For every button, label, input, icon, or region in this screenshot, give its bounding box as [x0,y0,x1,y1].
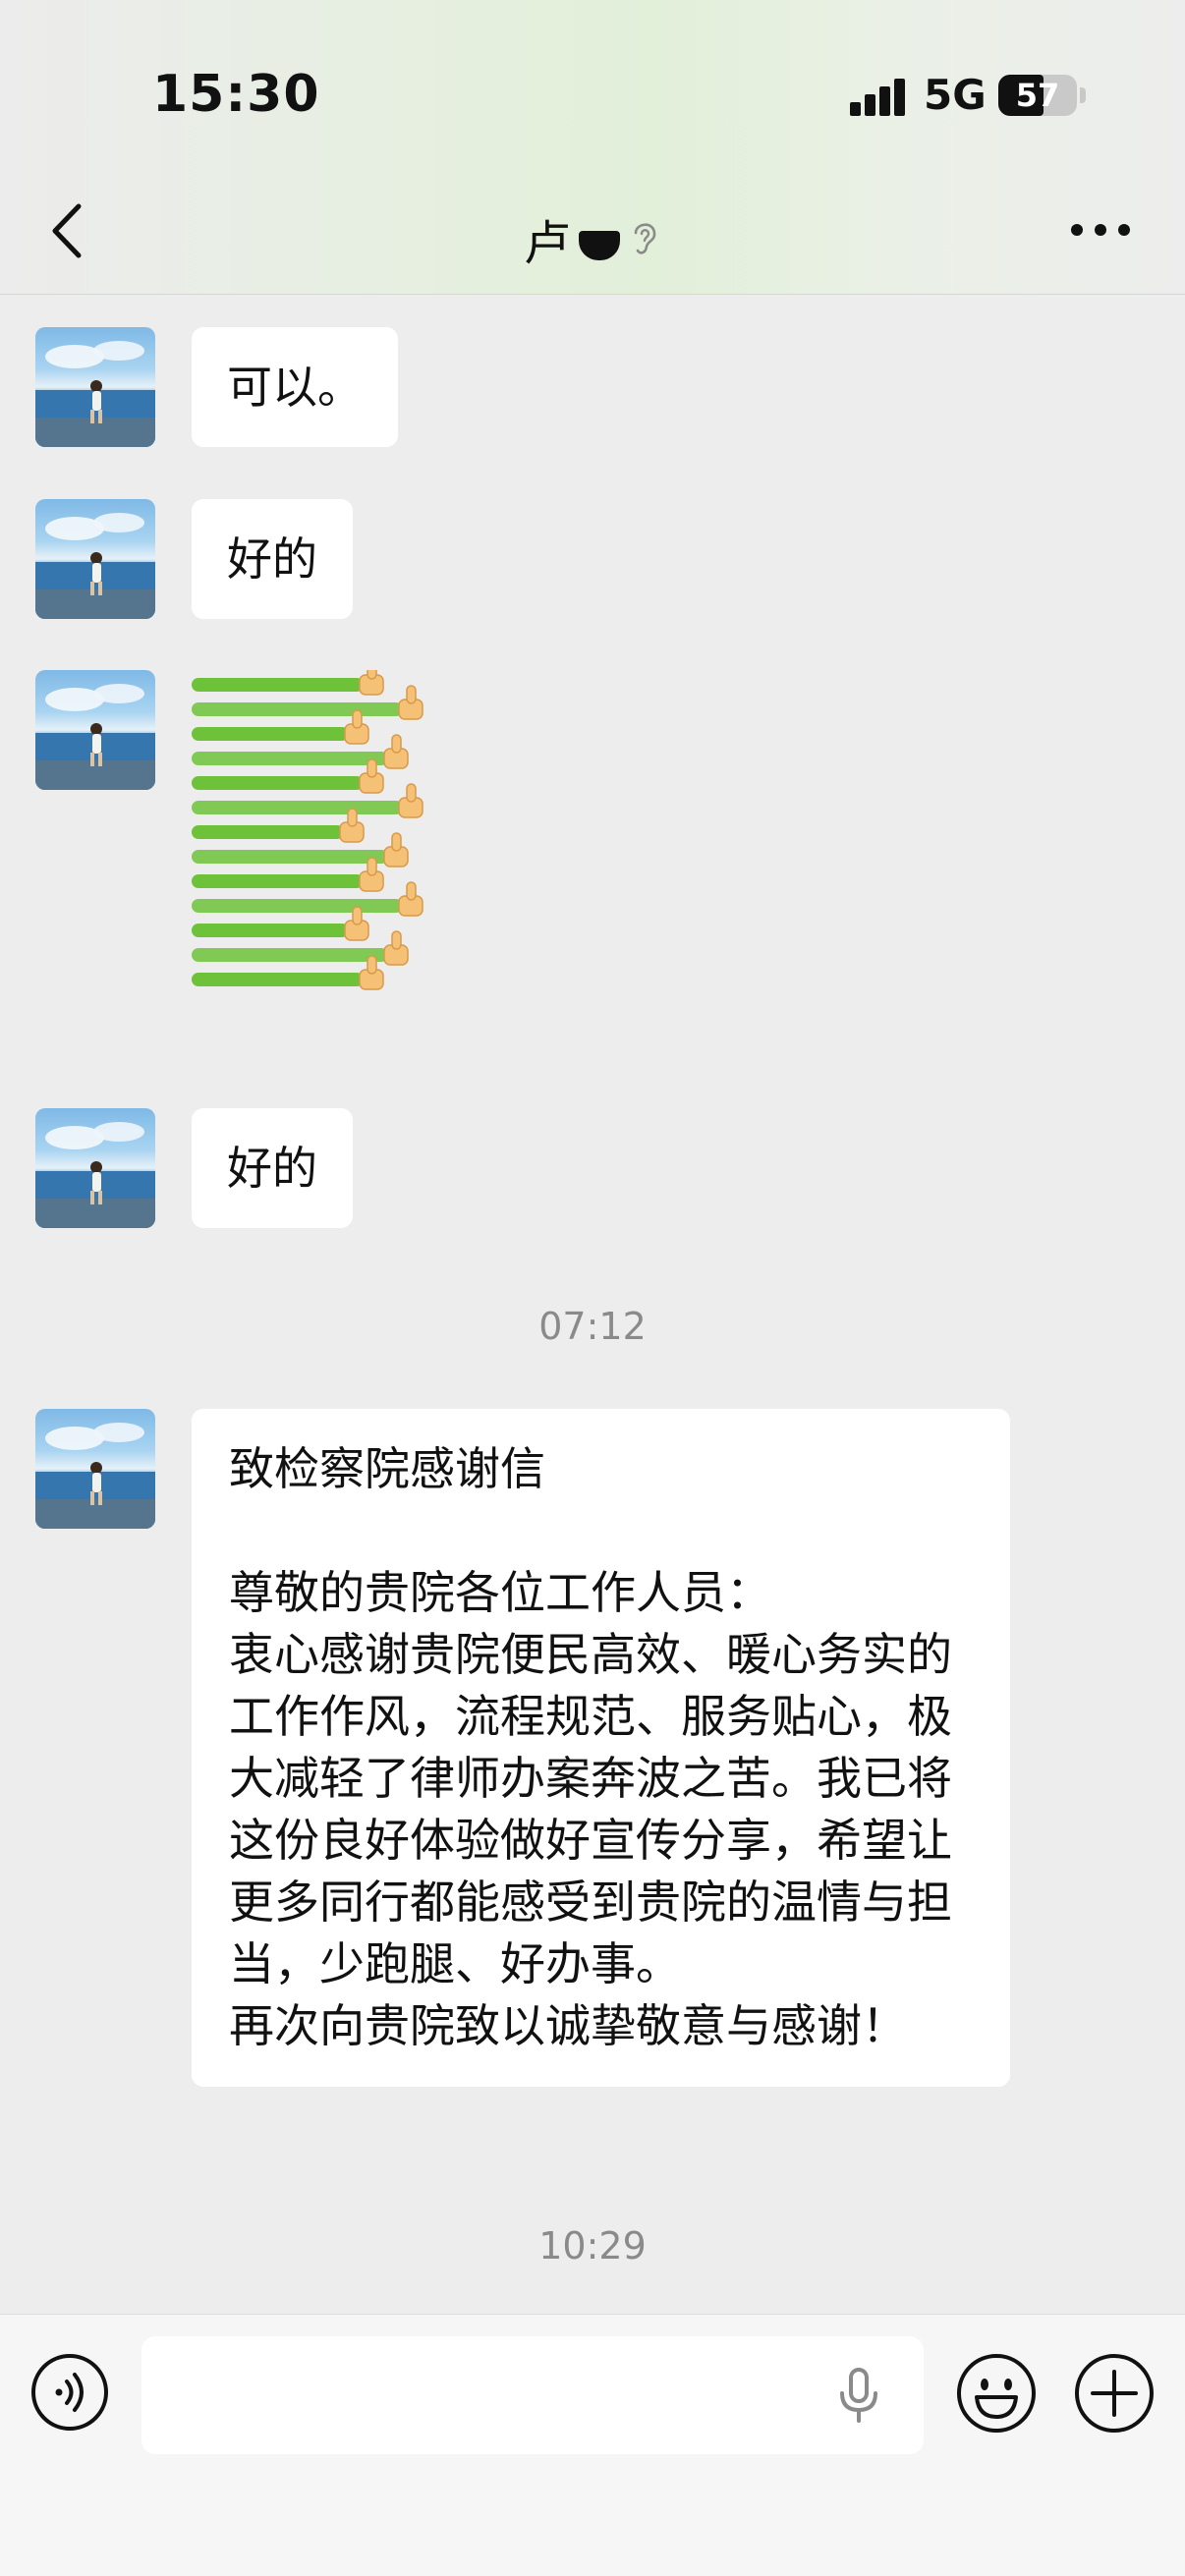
microphone-button[interactable] [829,2364,888,2427]
more-dot [1071,224,1083,236]
plus-circle-icon [1075,2354,1154,2433]
avatar-image [35,341,155,447]
more-dot [1118,224,1130,236]
thumbs-up-icon [383,930,409,966]
sticker-arm [192,702,403,716]
sticker-arm [192,948,388,962]
sticker-arm [192,752,388,765]
timestamp: 07:12 [538,1305,647,1348]
more-dot [1095,224,1106,236]
chat-title: 卢 [0,204,1185,273]
smiley-icon [957,2354,1036,2433]
input-bar [0,2314,1185,2576]
thumbs-up-icon [383,734,409,769]
chat-nav-bar: 卢 [0,177,1185,285]
name-redaction-mark [579,231,620,260]
thumbs-up-icon [398,685,423,720]
contact-name: 卢 [523,216,571,271]
voice-mode-icon [31,2354,108,2431]
status-bar: 15:30 5G 57 [0,0,1185,196]
voice-mode-button[interactable] [29,2352,110,2433]
status-time: 15:30 [152,65,320,124]
thumbs-up-icon [383,832,409,868]
emoji-button[interactable] [955,2352,1038,2435]
avatar-image [35,1423,155,1529]
thumbs-up-stack-sticker[interactable] [192,670,545,1063]
header-area: 15:30 5G 57 卢 [0,0,1185,295]
sticker-arm [192,973,364,986]
sticker-arm [192,678,364,692]
thumbs-up-icon [398,783,423,818]
message-input[interactable] [141,2336,924,2454]
avatar[interactable] [35,670,155,790]
sticker-arm [192,899,403,913]
signal-strength-icon [850,79,909,116]
avatar[interactable] [35,1108,155,1228]
sticker-arm [192,874,364,888]
avatar-image [35,513,155,619]
more-button[interactable] [1071,218,1130,242]
avatar-image [35,1122,155,1228]
thumbs-up-icon [398,881,423,917]
thumbs-up-stack-image [192,670,423,990]
battery-icon: 57 [998,75,1077,116]
message-bubble[interactable]: 好的 [192,499,353,619]
more-actions-button[interactable] [1073,2352,1156,2435]
sticker-arm [192,825,344,839]
sticker-arm [192,924,349,937]
letter-message-bubble[interactable]: 致检察院感谢信 尊敬的贵院各位工作人员： 衷心感谢贵院便民高效、暖心务实的工作作… [192,1409,1010,2087]
sticker-arm [192,776,364,790]
network-type: 5G [924,71,987,119]
message-bubble[interactable]: 好的 [192,1108,353,1228]
sticker-arm [192,850,388,864]
microphone-icon [840,2368,877,2423]
avatar[interactable] [35,327,155,447]
timestamp: 10:29 [538,2224,647,2268]
battery-cap [1080,87,1086,103]
avatar[interactable] [35,1409,155,1529]
sticker-arm [192,727,349,741]
thumbs-up-icon [359,670,384,696]
ear-icon [634,223,656,254]
sticker-arm [192,801,403,814]
avatar[interactable] [35,499,155,619]
message-bubble[interactable]: 可以。 [192,327,398,447]
avatar-image [35,684,155,790]
battery-percent: 57 [1015,77,1060,114]
